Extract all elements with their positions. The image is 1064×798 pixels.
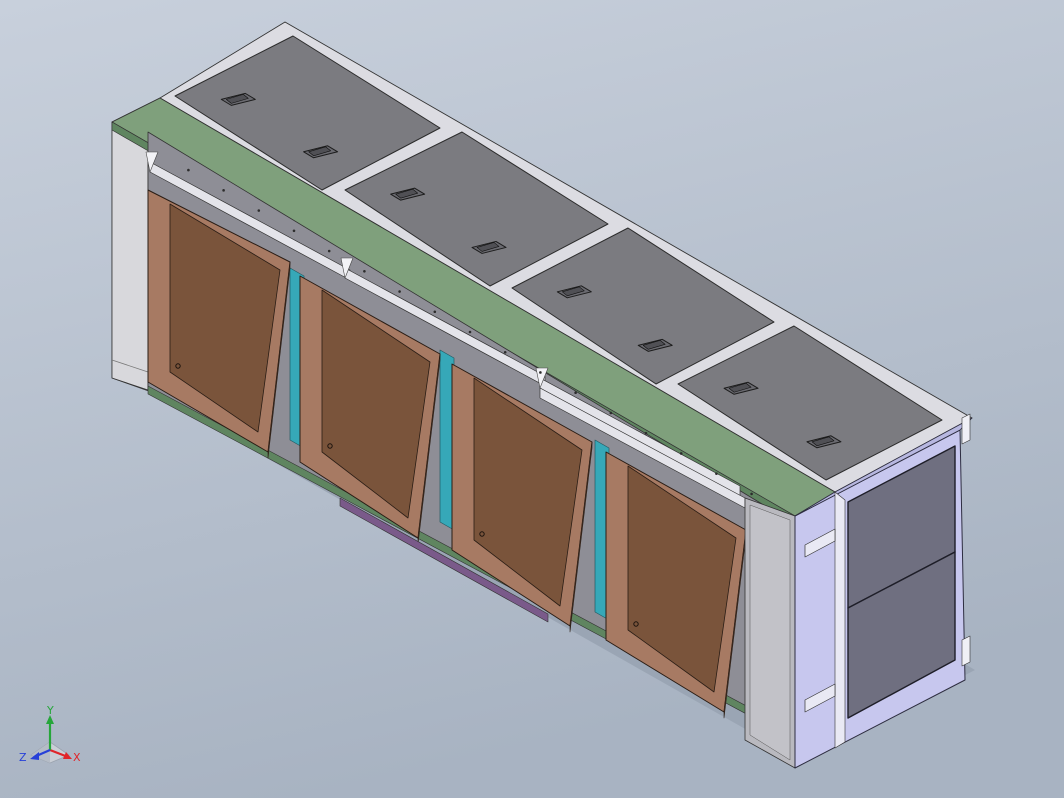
rail-bolt bbox=[292, 229, 296, 233]
end-corner-tab-2 bbox=[961, 635, 971, 667]
right-end-post bbox=[744, 497, 796, 769]
rail-bolt bbox=[609, 411, 613, 415]
rail-bolt bbox=[327, 249, 331, 253]
rail-bolt bbox=[363, 269, 366, 273]
rail-bolt bbox=[539, 371, 542, 374]
rail-bolt bbox=[679, 452, 683, 455]
end-frame-strip bbox=[834, 491, 846, 749]
rail-bolt bbox=[257, 209, 261, 212]
end-corner-tab-1 bbox=[961, 413, 971, 445]
rail-bolt bbox=[187, 168, 190, 172]
cad-viewport[interactable]: X Y Z bbox=[0, 0, 1064, 798]
y-axis-label: Y bbox=[46, 704, 54, 717]
rail-bolt bbox=[503, 350, 507, 354]
isometric-model-view[interactable]: X Y Z bbox=[0, 0, 1064, 798]
rail-bolt bbox=[222, 189, 225, 192]
left-end-front bbox=[111, 121, 149, 391]
z-axis-label: Z bbox=[19, 751, 27, 764]
rail-bolt bbox=[398, 290, 401, 293]
rail-bolt bbox=[433, 310, 437, 314]
rail-bolt bbox=[750, 492, 753, 496]
right-post-inner bbox=[749, 504, 791, 761]
rail-bolt bbox=[644, 431, 648, 435]
rail-bolt bbox=[574, 391, 577, 395]
rail-bolt bbox=[468, 330, 472, 334]
rail-bolt bbox=[715, 472, 718, 475]
x-axis-label: X bbox=[73, 751, 81, 764]
